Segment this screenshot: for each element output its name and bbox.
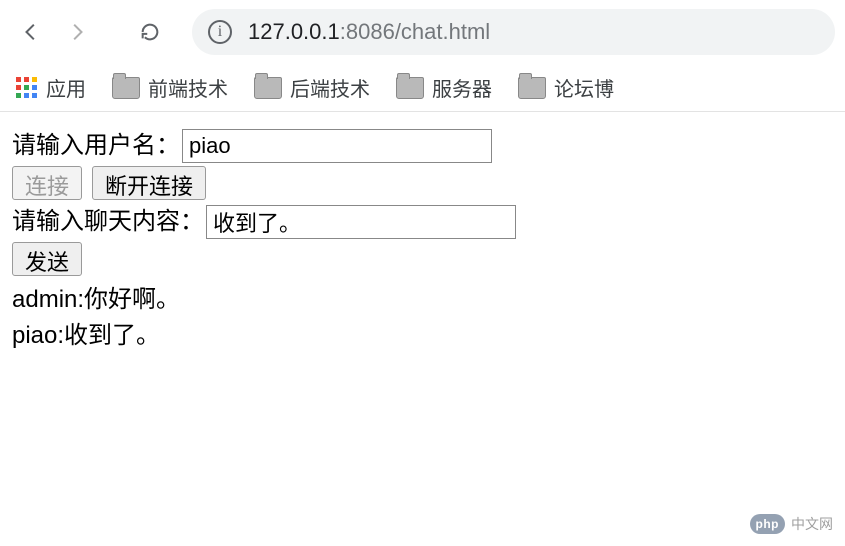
bookmarks-bar: 应用 前端技术 后端技术 服务器 论坛博 xyxy=(0,64,845,112)
message-label: 请输入聊天内容： xyxy=(12,204,204,240)
connect-button[interactable]: 连接 xyxy=(12,166,82,200)
site-info-icon[interactable]: i xyxy=(208,20,232,44)
username-label: 请输入用户名： xyxy=(12,128,180,164)
watermark-badge: php xyxy=(750,514,786,534)
username-row: 请输入用户名： xyxy=(12,128,833,164)
chat-line: admin:你好啊。 xyxy=(12,282,833,318)
back-button[interactable] xyxy=(10,10,54,54)
arrow-left-icon xyxy=(21,21,43,43)
forward-button[interactable] xyxy=(54,10,98,54)
bookmark-folder-backend[interactable]: 后端技术 xyxy=(254,73,370,102)
bookmark-folder-server[interactable]: 服务器 xyxy=(396,73,492,102)
url-port: :8086 xyxy=(340,19,395,45)
page-body: 请输入用户名： 连接 断开连接 请输入聊天内容： 发送 admin:你好啊。 p… xyxy=(0,112,845,370)
chat-line: piao:收到了。 xyxy=(12,318,833,354)
bookmark-label: 前端技术 xyxy=(148,73,228,102)
bookmark-folder-frontend[interactable]: 前端技术 xyxy=(112,73,228,102)
bookmark-label: 后端技术 xyxy=(290,73,370,102)
send-button[interactable]: 发送 xyxy=(12,242,82,276)
folder-icon xyxy=(518,77,546,99)
folder-icon xyxy=(396,77,424,99)
disconnect-button[interactable]: 断开连接 xyxy=(92,166,206,200)
reload-button[interactable] xyxy=(128,10,172,54)
reload-icon xyxy=(139,21,161,43)
arrow-right-icon xyxy=(65,21,87,43)
folder-icon xyxy=(254,77,282,99)
message-input[interactable] xyxy=(206,205,516,239)
bookmark-label: 论坛博 xyxy=(554,73,614,102)
apps-label: 应用 xyxy=(46,73,86,102)
watermark: php 中文网 xyxy=(750,514,834,534)
connection-button-row: 连接 断开连接 xyxy=(12,166,833,200)
apps-icon xyxy=(16,77,38,99)
url-path: /chat.html xyxy=(395,19,490,45)
apps-shortcut[interactable]: 应用 xyxy=(16,73,86,102)
address-bar[interactable]: i 127.0.0.1:8086/chat.html xyxy=(192,9,835,55)
url-host: 127.0.0.1 xyxy=(248,19,340,45)
chat-log: admin:你好啊。 piao:收到了。 xyxy=(12,282,833,354)
watermark-text: 中文网 xyxy=(791,514,833,534)
info-glyph: i xyxy=(218,23,222,41)
message-row: 请输入聊天内容： xyxy=(12,204,833,240)
bookmark-label: 服务器 xyxy=(432,73,492,102)
folder-icon xyxy=(112,77,140,99)
send-button-row: 发送 xyxy=(12,242,833,276)
username-input[interactable] xyxy=(182,129,492,163)
browser-toolbar: i 127.0.0.1:8086/chat.html xyxy=(0,0,845,64)
bookmark-folder-forum[interactable]: 论坛博 xyxy=(518,73,614,102)
